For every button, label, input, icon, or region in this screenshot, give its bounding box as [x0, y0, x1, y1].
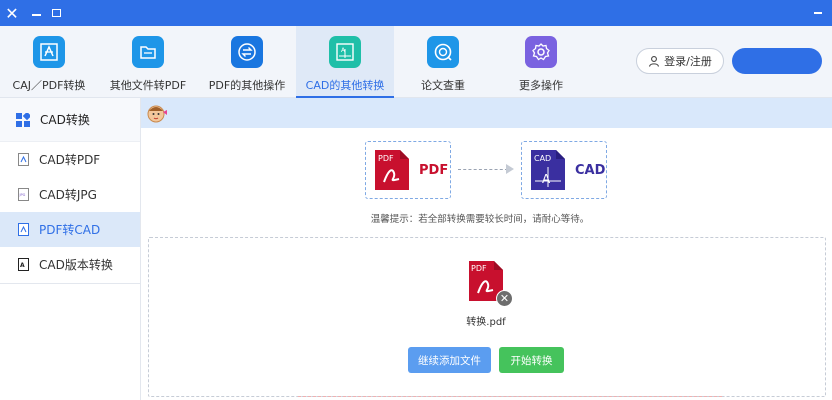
to-format-label: CAD — [575, 162, 606, 178]
tool-cad-other[interactable]: A CAD的其他转换 — [296, 26, 394, 98]
maximize-icon[interactable] — [46, 3, 66, 23]
remove-file-icon[interactable]: ✕ — [496, 290, 513, 307]
file-badge-text: PDF — [471, 264, 487, 273]
tool-label: PDF的其他操作 — [208, 79, 286, 92]
sidebar-divider — [0, 283, 140, 284]
sidebar-header: CAD转换 — [0, 98, 140, 142]
add-more-files-button[interactable]: 继续添加文件 — [408, 347, 491, 373]
file-name: 转换.pdf — [466, 317, 506, 328]
tool-other-to-pdf[interactable]: 其他文件转PDF — [98, 26, 198, 98]
tool-more[interactable]: 更多操作 — [492, 26, 590, 98]
from-format-label: PDF — [419, 162, 449, 178]
bottom-divider — [298, 396, 722, 400]
login-register-button[interactable]: 登录/注册 — [636, 48, 724, 74]
target-format-box: CAD A CAD — [521, 141, 607, 199]
tip-text: 温馨提示：若全部转换需要较长时间，请耐心等待。 — [370, 214, 590, 225]
sidebar-item-cad-version[interactable]: A CAD版本转换 — [0, 247, 140, 282]
close-icon[interactable]: ✕ — [2, 3, 22, 23]
grid-icon — [16, 112, 30, 127]
sidebar: CAD转换 CAD转PDF JPG CAD转JPG PDF转CAD A CAD版… — [0, 98, 141, 400]
tool-label: CAJ／PDF转换 — [12, 79, 86, 92]
tool-plagiarism-check[interactable]: 论文查重 — [394, 26, 492, 98]
source-format-box: PDF PDF — [365, 141, 451, 199]
tool-label: 论文查重 — [421, 79, 465, 92]
jpg-file-icon: JPG — [18, 188, 29, 201]
swap-icon — [231, 36, 263, 68]
svg-text:A: A — [542, 172, 551, 186]
main-toolbar: CAJ／PDF转换 其他文件转PDF PDF的其他操作 A CAD的其他转换 论… — [0, 26, 832, 98]
login-label: 登录/注册 — [664, 55, 712, 68]
window-menu-icon[interactable] — [808, 3, 828, 23]
account-action-button[interactable] — [732, 48, 822, 74]
tool-label: 其他文件转PDF — [109, 79, 187, 92]
sidebar-item-label: PDF转CAD — [39, 223, 101, 237]
svg-text:JPG: JPG — [19, 193, 26, 197]
svg-text:A: A — [20, 262, 25, 269]
folder-icon — [132, 36, 164, 68]
sidebar-item-label: CAD转PDF — [39, 153, 101, 167]
sidebar-item-cad-to-jpg[interactable]: JPG CAD转JPG — [0, 177, 140, 212]
pdf-file-icon — [18, 153, 29, 166]
to-badge-text: CAD — [534, 154, 551, 163]
pdf-file-icon — [18, 223, 29, 236]
tool-pdf-other[interactable]: PDF的其他操作 — [198, 26, 296, 98]
tool-label: CAD的其他转换 — [305, 79, 385, 92]
cad-version-icon: A — [18, 258, 29, 271]
caj-pdf-icon — [33, 36, 65, 68]
check-icon — [427, 36, 459, 68]
cad-file-icon: CAD A — [531, 150, 565, 190]
tool-caj-pdf[interactable]: CAJ／PDF转换 — [0, 26, 98, 98]
sidebar-item-label: CAD转JPG — [39, 188, 97, 202]
notice-bar — [141, 98, 832, 128]
arrow-head-icon — [506, 164, 514, 174]
tool-label: 更多操作 — [519, 79, 563, 92]
start-conversion-button[interactable]: 开始转换 — [499, 347, 564, 373]
sidebar-item-label: CAD版本转换 — [39, 258, 113, 272]
minimize-icon[interactable] — [26, 3, 46, 23]
from-badge-text: PDF — [378, 154, 394, 163]
cad-icon: A — [329, 36, 361, 68]
pdf-file-icon: PDF — [375, 150, 409, 190]
title-bar: ✕ — [0, 0, 832, 26]
mascot-icon — [146, 103, 168, 123]
sidebar-header-label: CAD转换 — [40, 113, 90, 127]
sidebar-item-pdf-to-cad[interactable]: PDF转CAD — [0, 212, 140, 247]
user-icon — [649, 56, 660, 67]
sidebar-item-cad-to-pdf[interactable]: CAD转PDF — [0, 142, 140, 177]
conversion-arrow — [458, 169, 508, 170]
gear-icon — [525, 36, 557, 68]
